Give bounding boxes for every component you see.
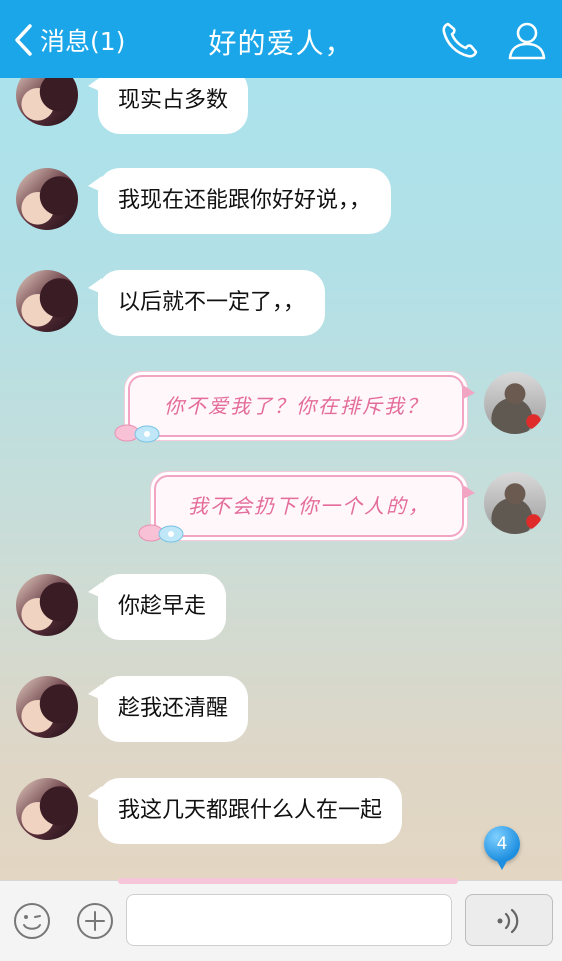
profile-button[interactable]: [505, 18, 549, 62]
my-avatar[interactable]: [484, 372, 546, 434]
emoji-button[interactable]: [12, 901, 52, 941]
message-list[interactable]: 现实占多数 我现在还能跟你好好说，， 以后就不一定了，， 你不爱我了？你在排斥我…: [0, 78, 562, 880]
message-bubble-received[interactable]: 我现在还能跟你好好说，，: [87, 168, 392, 234]
contact-avatar[interactable]: [16, 78, 78, 126]
message-bubble-received[interactable]: 现实占多数: [87, 78, 249, 134]
message-bubble-received[interactable]: 我这几天都跟什么人在一起: [87, 778, 403, 844]
contact-avatar[interactable]: [16, 270, 78, 332]
cups-decoration-icon: [114, 424, 160, 443]
contact-avatar[interactable]: [16, 676, 78, 738]
contact-avatar[interactable]: [16, 778, 78, 840]
message-bubble-received[interactable]: 趁我还清醒: [87, 676, 249, 742]
contact-avatar[interactable]: [16, 574, 78, 636]
smiley-icon: [14, 903, 50, 939]
call-button[interactable]: [438, 18, 482, 62]
cups-decoration-icon: [138, 524, 184, 543]
message-bubble-sent[interactable]: 你不爱我了？你在排斥我？: [128, 375, 475, 437]
message-bubble-received[interactable]: 以后就不一定了，，: [87, 270, 326, 336]
phone-icon: [442, 22, 478, 58]
partial-message-peek: [118, 878, 458, 884]
message-bubble-received[interactable]: 你趁早走: [87, 574, 227, 640]
my-avatar[interactable]: [484, 472, 546, 534]
message-bubble-sent[interactable]: 我不会扔下你一个人的，: [154, 475, 475, 537]
plus-icon: [77, 903, 113, 939]
chat-header: 消息(1) 好的爱人，: [0, 0, 562, 78]
voice-button[interactable]: [465, 894, 553, 946]
user-icon: [508, 22, 546, 60]
message-input[interactable]: [126, 894, 452, 946]
unread-count-badge[interactable]: 4: [484, 826, 520, 870]
contact-avatar[interactable]: [16, 168, 78, 230]
voice-wave-icon: [497, 908, 519, 934]
more-options-button[interactable]: [75, 901, 115, 941]
